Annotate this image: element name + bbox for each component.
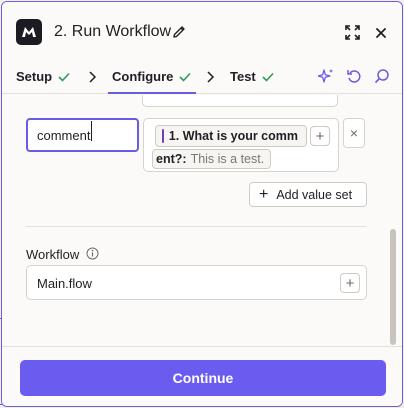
active-tab-indicator (108, 92, 196, 94)
text-caret (91, 121, 92, 141)
form-app-icon (162, 129, 170, 143)
undo-icon[interactable] (346, 68, 362, 84)
step-config-panel: 2. Run Workflow Setup Configure Test com… (1, 1, 403, 407)
continue-button[interactable]: Continue (20, 360, 386, 396)
chevron-right-icon (89, 71, 97, 83)
insert-data-button[interactable]: + (310, 126, 330, 146)
mapped-field-pill-continued: ent?: This is a test. (152, 149, 272, 169)
previous-value-field (142, 95, 338, 107)
scrollbar[interactable] (390, 229, 396, 345)
tab-setup[interactable]: Setup (16, 69, 70, 84)
search-icon[interactable] (374, 68, 390, 84)
key-input[interactable] (26, 118, 139, 152)
close-icon: × (349, 125, 359, 141)
check-icon (58, 72, 70, 82)
close-icon[interactable] (374, 26, 388, 40)
mapped-field-sample-value: This is a test. (190, 152, 265, 166)
add-value-set-button[interactable]: + Add value set (249, 182, 367, 207)
mapped-field-pill[interactable]: 1. What is your comm (155, 125, 307, 147)
check-icon (262, 72, 274, 82)
step-tabs: Setup Configure Test (2, 62, 402, 94)
panel-header: 2. Run Workflow (2, 2, 402, 62)
value-field[interactable]: 1. What is your comm + ent?: This is a t… (143, 118, 339, 172)
tab-label: Setup (16, 69, 53, 84)
expand-icon[interactable] (344, 24, 361, 41)
add-value-set-label: Add value set (276, 187, 353, 202)
plus-icon: + (259, 185, 269, 203)
insert-data-button[interactable]: + (340, 273, 360, 293)
tab-label: Configure (112, 69, 174, 84)
mapped-field-label-cont: ent?: (156, 152, 187, 166)
chevron-right-icon (207, 71, 215, 83)
app-logo-icon (16, 19, 42, 45)
check-icon (179, 72, 191, 82)
sparkle-icon[interactable] (318, 68, 334, 84)
step-title: 2. Run Workflow (54, 23, 172, 40)
workflow-value: Main.flow (37, 276, 92, 291)
tab-test[interactable]: Test (230, 69, 274, 84)
panel-footer: Continue (2, 346, 402, 406)
info-icon[interactable] (86, 247, 99, 260)
tab-configure[interactable]: Configure (112, 69, 191, 84)
pencil-icon[interactable] (171, 24, 187, 40)
configure-form: 1. What is your comm + ent?: This is a t… (2, 95, 392, 345)
workflow-label: Workflow (26, 247, 80, 262)
remove-value-set-button[interactable]: × (343, 118, 365, 148)
section-divider (26, 226, 366, 227)
tab-label: Test (230, 69, 256, 84)
mapped-field-label: 1. What is your comm (168, 129, 298, 143)
workflow-field[interactable]: Main.flow + (26, 265, 367, 300)
